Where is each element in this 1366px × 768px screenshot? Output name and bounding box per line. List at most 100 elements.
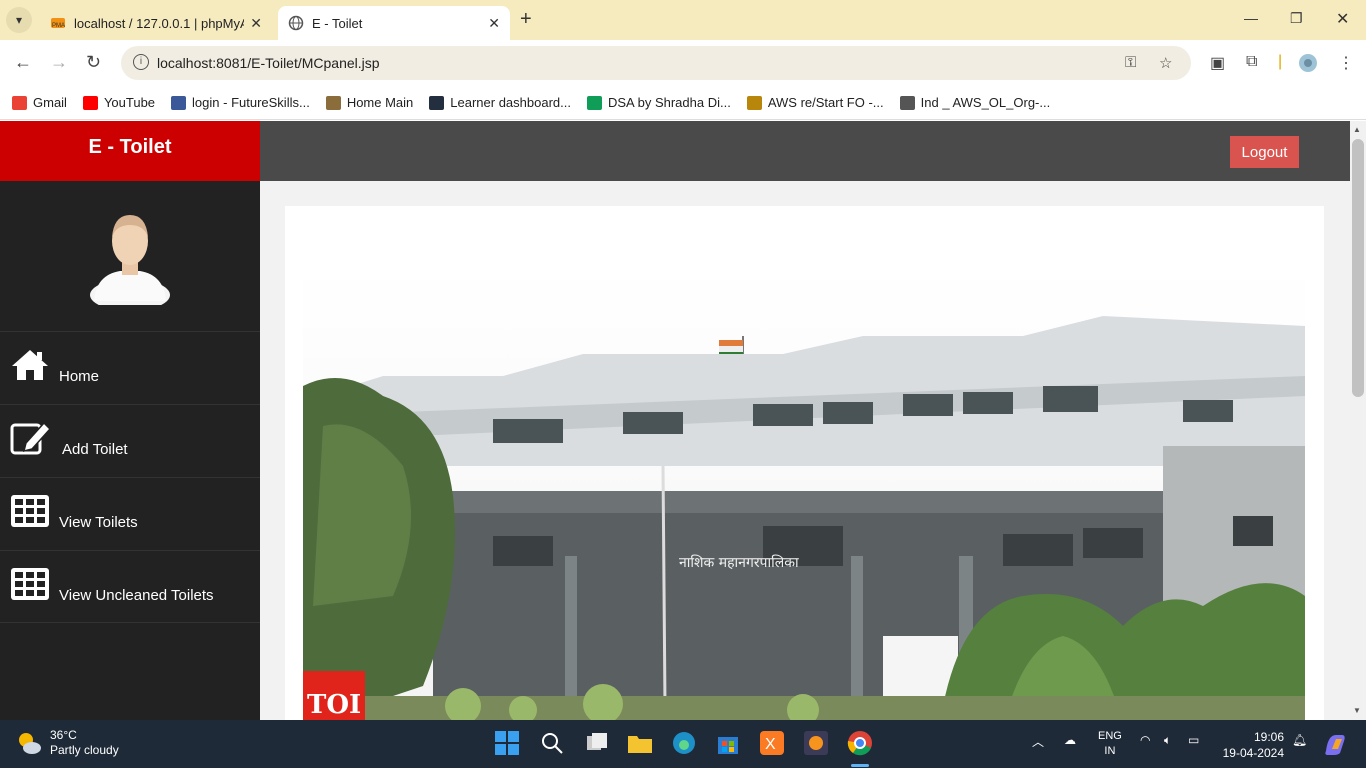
chrome-icon[interactable] bbox=[847, 730, 873, 756]
bookmarks-bar: Gmail YouTube login - FutureSkills... Home … bbox=[0, 86, 1366, 120]
reload-icon[interactable]: ↻ bbox=[86, 52, 101, 73]
grid-icon bbox=[11, 495, 49, 527]
site-info-icon[interactable]: i bbox=[133, 54, 149, 70]
windows-taskbar: 36°C Partly cloudy X ︿ ☁ ENG IN ◠ 🔈︎ ▭ 1… bbox=[0, 720, 1366, 768]
scroll-down-icon[interactable]: ▼ bbox=[1353, 706, 1361, 715]
svg-text:X: X bbox=[765, 736, 776, 753]
weather-temp: 36°C bbox=[50, 728, 77, 742]
bookmark-item[interactable]: AWS re/Start FO -... bbox=[746, 95, 884, 110]
bookmark-item[interactable]: YouTube bbox=[82, 95, 155, 110]
battery-icon[interactable]: ▭ bbox=[1188, 733, 1199, 747]
bookmark-label: login - FutureSkills... bbox=[192, 95, 310, 110]
scroll-up-icon[interactable]: ▲ bbox=[1353, 125, 1361, 134]
home-icon bbox=[12, 350, 48, 380]
active-app-indicator bbox=[851, 764, 869, 767]
copilot-icon[interactable] bbox=[1322, 731, 1348, 757]
address-bar[interactable]: i localhost:8081/E-Toilet/MCpanel.jsp ⚿ … bbox=[121, 46, 1191, 80]
password-key-icon[interactable]: ⚿ bbox=[1125, 54, 1136, 71]
restore-icon[interactable]: ❐ bbox=[1290, 10, 1303, 27]
wifi-icon[interactable]: ◠ bbox=[1140, 733, 1150, 747]
scroll-thumb[interactable] bbox=[1352, 139, 1364, 397]
notification-bell-icon[interactable]: 🔔︎ bbox=[1292, 733, 1307, 747]
minimize-icon[interactable]: — bbox=[1244, 10, 1258, 26]
bookmark-item[interactable]: Ind _ AWS_OL_Org-... bbox=[899, 95, 1051, 110]
media-icon[interactable]: ▣ bbox=[1210, 53, 1225, 73]
bookmark-star-icon[interactable]: ☆ bbox=[1159, 54, 1172, 72]
xampp-icon[interactable]: X bbox=[759, 730, 785, 756]
browser-tab-strip: ▾ PMA localhost / 127.0.0.1 | phpMyAdmin… bbox=[0, 0, 1366, 40]
back-icon[interactable]: ← bbox=[14, 52, 32, 73]
globe-icon bbox=[288, 15, 304, 31]
home-main-icon bbox=[325, 95, 341, 110]
divider: | bbox=[1278, 53, 1283, 70]
edit-icon bbox=[10, 421, 50, 455]
forward-icon[interactable]: → bbox=[50, 52, 68, 73]
nav-add-toilet[interactable]: Add Toilet bbox=[0, 404, 260, 477]
search-icon[interactable] bbox=[539, 730, 565, 756]
new-tab-button[interactable]: + bbox=[520, 8, 532, 31]
edge-icon[interactable] bbox=[671, 730, 697, 756]
store-icon[interactable] bbox=[715, 730, 741, 756]
bookmark-item[interactable]: login - FutureSkills... bbox=[171, 95, 310, 110]
aws-restart-icon bbox=[746, 95, 762, 110]
arrow-icon bbox=[899, 95, 915, 110]
clock-date: 19-04-2024 bbox=[1222, 746, 1284, 760]
language-indicator[interactable]: ENG IN bbox=[1098, 729, 1122, 759]
weather-widget[interactable]: 36°C Partly cloudy bbox=[16, 728, 119, 758]
system-clock[interactable]: 19:06 19-04-2024 bbox=[1220, 729, 1284, 761]
page-scrollbar[interactable]: ▲ ▼ bbox=[1350, 121, 1366, 720]
lang-code: ENG bbox=[1098, 730, 1122, 742]
close-tab-icon[interactable]: ✕ bbox=[250, 15, 262, 32]
tab-title: E - Toilet bbox=[312, 15, 363, 31]
onedrive-icon[interactable]: ☁ bbox=[1064, 733, 1076, 747]
clock-time: 19:06 bbox=[1253, 730, 1284, 744]
nav-home[interactable]: Home bbox=[0, 331, 260, 404]
municipal-building-photo: नाशिक महानगरपालिका TOI bbox=[303, 266, 1305, 720]
bookmark-item[interactable]: Gmail bbox=[12, 95, 67, 110]
weather-desc: Partly cloudy bbox=[50, 743, 119, 757]
tab-e-toilet[interactable]: E - Toilet ✕ bbox=[278, 6, 510, 40]
bookmark-label: Learner dashboard... bbox=[450, 95, 571, 110]
close-tab-icon[interactable]: ✕ bbox=[488, 15, 500, 32]
toi-badge: TOI bbox=[307, 690, 361, 720]
top-bar: Logout bbox=[260, 121, 1350, 181]
gmail-icon bbox=[12, 95, 27, 110]
bookmark-item[interactable]: DSA by Shradha Di... bbox=[586, 95, 731, 110]
menu-kebab-icon[interactable]: ⋮ bbox=[1338, 53, 1354, 73]
bookmark-item[interactable]: Home Main bbox=[325, 95, 414, 110]
nav-view-toilets[interactable]: View Toilets bbox=[0, 477, 260, 550]
windows-start-icon[interactable] bbox=[494, 730, 520, 756]
logout-button[interactable]: Logout bbox=[1230, 136, 1299, 168]
tab-search-button[interactable]: ▾ bbox=[6, 7, 32, 33]
main-content-card: नाशिक महानगरपालिका TOI bbox=[285, 206, 1324, 720]
profile-avatar-icon[interactable] bbox=[1298, 53, 1318, 78]
bookmark-label: DSA by Shradha Di... bbox=[607, 95, 731, 110]
task-view-icon[interactable] bbox=[584, 730, 610, 756]
phpmyadmin-icon: PMA bbox=[50, 15, 66, 31]
aws-icon bbox=[429, 95, 445, 110]
lang-region: IN bbox=[1104, 745, 1116, 757]
bookmark-item[interactable]: Learner dashboard... bbox=[429, 95, 571, 110]
bookmark-label: Ind _ AWS_OL_Org-... bbox=[920, 95, 1051, 110]
bookmark-label: AWS re/Start FO -... bbox=[767, 95, 884, 110]
extensions-icon[interactable]: ⧉ bbox=[1246, 53, 1257, 71]
volume-icon[interactable]: 🔈︎ bbox=[1164, 733, 1171, 748]
url-text: localhost:8081/E-Toilet/MCpanel.jsp bbox=[157, 55, 380, 71]
sheets-icon bbox=[586, 95, 602, 110]
show-hidden-icons[interactable]: ︿ bbox=[1032, 733, 1044, 750]
user-avatar-icon bbox=[90, 215, 170, 305]
nav-view-uncleaned-toilets[interactable]: View Uncleaned Toilets bbox=[0, 550, 260, 623]
bookmark-label: Gmail bbox=[33, 95, 67, 110]
nav-label: View Uncleaned Toilets bbox=[59, 587, 214, 604]
web-page: E - Toilet Logout Home Add Toilet View T… bbox=[0, 121, 1350, 720]
youtube-icon bbox=[82, 95, 98, 110]
bookmark-label: Home Main bbox=[346, 95, 414, 110]
futureskills-icon bbox=[171, 95, 187, 110]
brand-title[interactable]: E - Toilet bbox=[0, 121, 260, 181]
nav-label: Add Toilet bbox=[62, 441, 128, 458]
tab-phpmyadmin[interactable]: PMA localhost / 127.0.0.1 | phpMyAdmin ✕ bbox=[40, 6, 272, 40]
file-explorer-icon[interactable] bbox=[627, 730, 653, 756]
sidebar: Home Add Toilet View Toilets View Unclea… bbox=[0, 181, 260, 720]
close-window-icon[interactable]: ✕ bbox=[1336, 9, 1349, 29]
eclipse-icon[interactable] bbox=[803, 730, 829, 756]
